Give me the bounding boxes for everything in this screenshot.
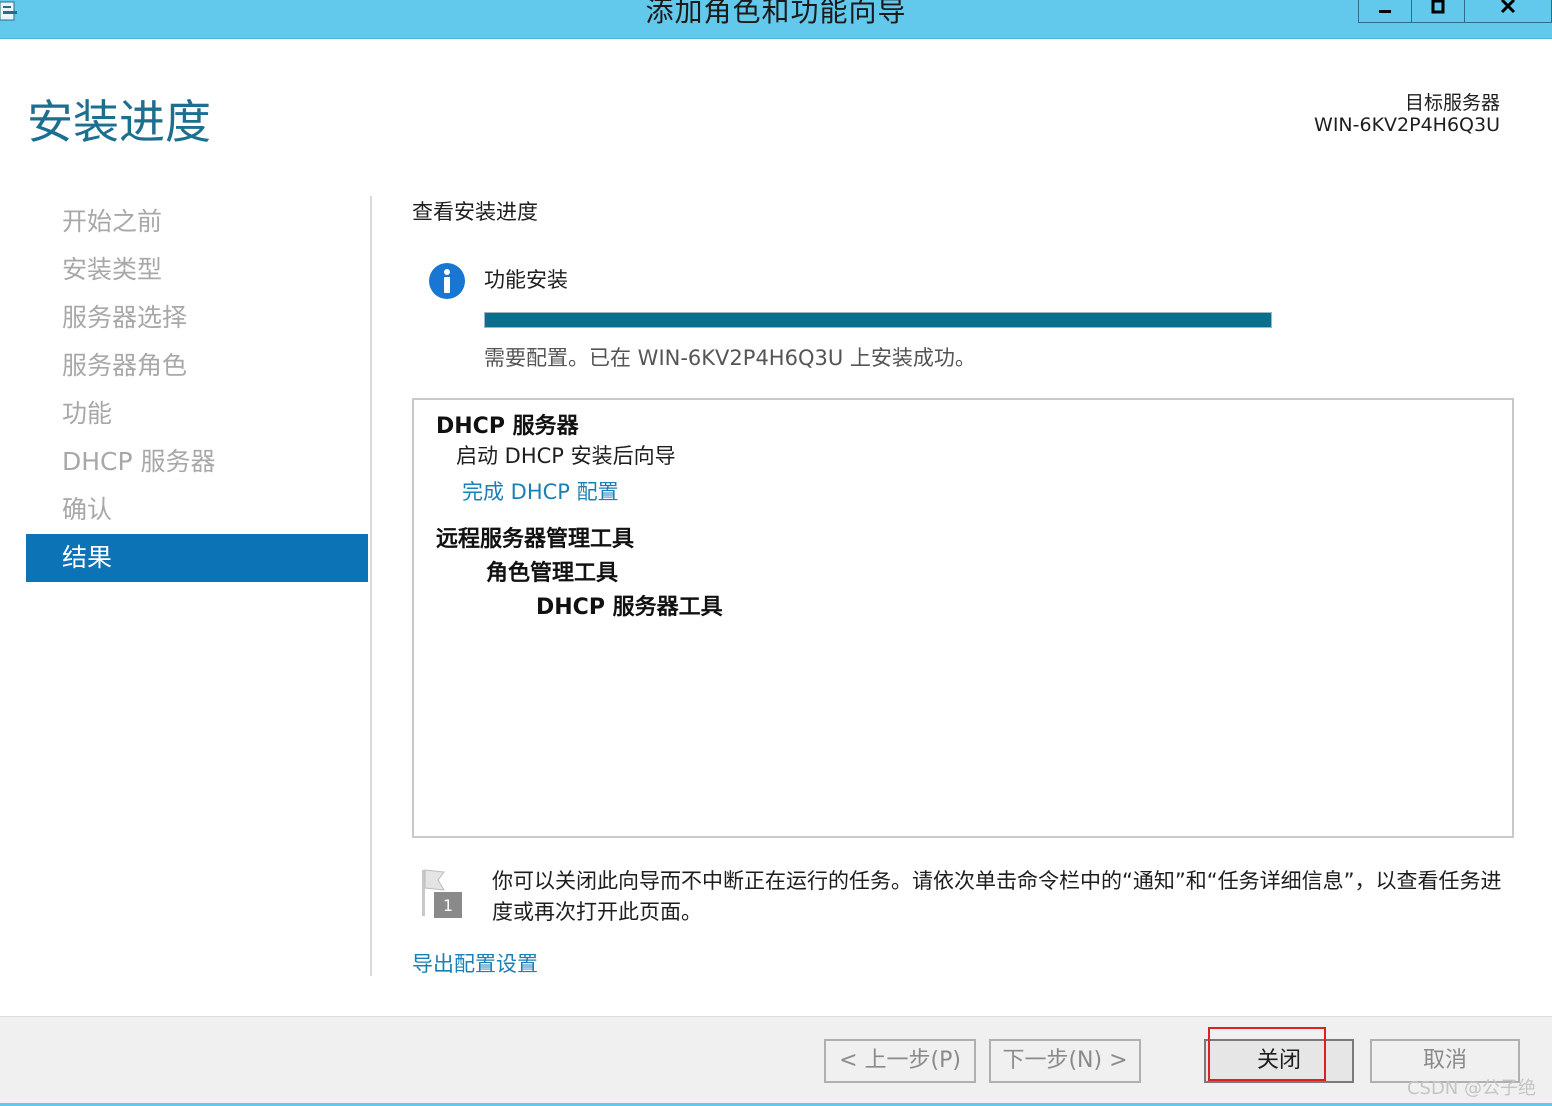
result-rsat: 远程服务器管理工具 <box>436 527 635 552</box>
info-icon <box>429 263 465 299</box>
close-window-button[interactable] <box>1464 0 1552 23</box>
minimize-button[interactable] <box>1358 0 1412 23</box>
window-controls <box>1358 0 1552 24</box>
result-role-admin-tools: 角色管理工具 <box>486 561 619 586</box>
result-dhcp-server: DHCP 服务器 <box>436 414 579 439</box>
wizard-window: 添加角色和功能向导 安装进度 目标服务器 WIN-6KV2P4H6Q3U 开始之… <box>0 0 1552 1106</box>
nav-item-installation-type[interactable]: 安装类型 <box>26 246 368 294</box>
close-button[interactable]: 关闭 <box>1204 1039 1354 1083</box>
background-task-notice: 你可以关闭此向导而不中断正在运行的任务。请依次单击命令栏中的“通知”和“任务详细… <box>492 869 1502 924</box>
result-launch-wizard: 启动 DHCP 安装后向导 <box>456 444 676 468</box>
results-panel: DHCP 服务器 启动 DHCP 安装后向导 完成 DHCP 配置 远程服务器管… <box>412 398 1514 838</box>
export-config-link[interactable]: 导出配置设置 <box>412 948 538 978</box>
wizard-nav: 开始之前 安装类型 服务器选择 服务器角色 功能 DHCP 服务器 确认 结果 <box>26 198 368 582</box>
nav-item-server-roles[interactable]: 服务器角色 <box>26 342 368 390</box>
nav-item-features[interactable]: 功能 <box>26 390 368 438</box>
nav-item-results[interactable]: 结果 <box>26 534 368 582</box>
section-heading: 查看安装进度 <box>412 200 538 224</box>
notification-badge-text: 1 <box>443 896 453 915</box>
nav-item-server-selection[interactable]: 服务器选择 <box>26 294 368 342</box>
minimize-icon <box>1379 10 1391 13</box>
maximize-icon <box>1431 0 1445 14</box>
window-title: 添加角色和功能向导 <box>645 0 907 28</box>
target-server-label: 目标服务器 <box>1404 92 1500 114</box>
target-server-name: WIN-6KV2P4H6Q3U <box>1314 114 1500 136</box>
maximize-button[interactable] <box>1411 0 1465 23</box>
previous-button[interactable]: < 上一步(P) <box>824 1039 976 1083</box>
close-icon <box>1500 0 1516 14</box>
page-title: 安装进度 <box>27 95 211 149</box>
nav-item-before-you-begin[interactable]: 开始之前 <box>26 198 368 246</box>
install-progress-bar <box>484 312 1272 328</box>
next-button[interactable]: 下一步(N) > <box>989 1039 1141 1083</box>
complete-dhcp-config-link[interactable]: 完成 DHCP 配置 <box>462 476 619 506</box>
feature-install-label: 功能安装 <box>484 268 568 292</box>
progress-fill <box>485 313 1271 327</box>
nav-item-dhcp-server[interactable]: DHCP 服务器 <box>26 438 368 486</box>
watermark: CSDN @公子绝 <box>1406 1078 1536 1099</box>
nav-divider <box>370 196 372 976</box>
title-bar: 添加角色和功能向导 <box>0 0 1552 39</box>
result-dhcp-server-tools: DHCP 服务器工具 <box>536 595 723 620</box>
install-status-text: 需要配置。已在 WIN-6KV2P4H6Q3U 上安装成功。 <box>484 346 976 370</box>
footer-bar: < 上一步(P) 下一步(N) > 关闭 取消 <box>0 1016 1552 1106</box>
nav-item-confirmation[interactable]: 确认 <box>26 486 368 534</box>
notification-flag-icon: 1 <box>422 869 462 918</box>
